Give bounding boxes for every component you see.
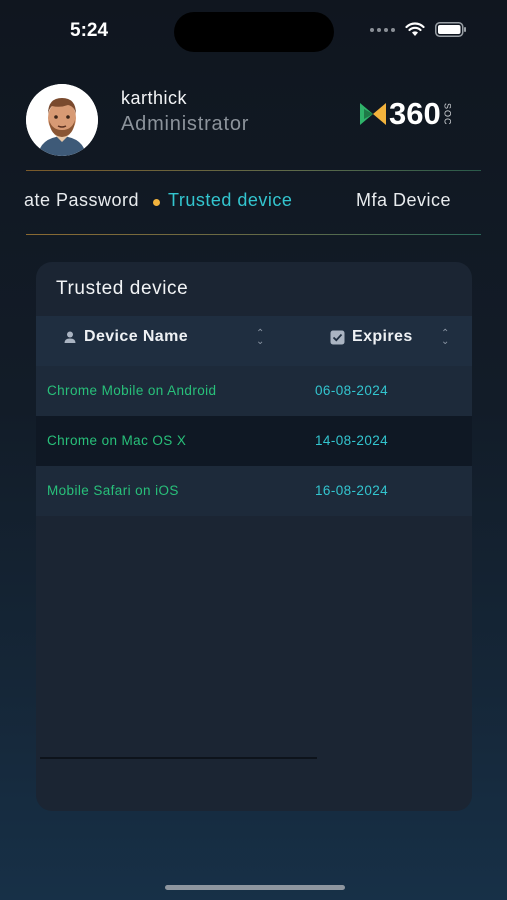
sort-device-name-icon[interactable]: ⌃ ⌄ [256,329,264,347]
header-divider-bottom [26,234,481,235]
tab-mfa-device[interactable]: Mfa Device [356,190,451,211]
cell-expires: 14-08-2024 [315,433,389,448]
checkbox-icon [330,330,345,344]
avatar-illustration-icon [26,84,98,156]
tab-update-password[interactable]: ate Password [24,190,139,211]
active-tab-dot-icon [153,199,160,206]
battery-icon [435,22,466,37]
horizontal-scrollbar[interactable] [40,757,317,759]
status-time: 5:24 [70,20,109,41]
sort-expires-icon[interactable]: ⌃ ⌄ [441,329,449,347]
trusted-device-card: Trusted device Device Name ⌃ ⌄ Expires ⌃ ⌄… [36,262,472,811]
wifi-icon [405,22,425,36]
header-divider-top [26,170,481,171]
table-header: Device Name ⌃ ⌄ Expires ⌃ ⌄ [36,316,472,366]
avatar[interactable] [26,84,98,156]
home-indicator[interactable] [165,885,345,890]
brand-logo: 360 SOC [360,96,453,132]
profile-name: karthick [121,88,188,108]
table-row[interactable]: Mobile Safari on iOS 16-08-2024 [36,466,472,516]
user-icon [64,331,76,343]
column-expires[interactable]: Expires [330,328,413,346]
cell-expires: 16-08-2024 [315,483,389,498]
cell-expires: 06-08-2024 [315,383,389,398]
tab-trusted-device[interactable]: Trusted device [153,190,293,211]
table-row[interactable]: Chrome on Mac OS X 14-08-2024 [36,416,472,466]
cell-device-name: Chrome on Mac OS X [47,433,187,448]
bowtie-logo-icon [360,103,386,125]
tab-bar: ate Password Trusted device Mfa Device [0,190,507,216]
status-icons [370,22,467,37]
column-device-name-label: Device Name [84,328,189,345]
profile-role: Administrator [121,113,250,135]
column-device-name[interactable]: Device Name [63,328,188,346]
logo-text: 360 [389,96,441,131]
card-title: Trusted device [56,278,189,299]
dynamic-island [174,12,334,52]
cell-device-name: Mobile Safari on iOS [47,483,179,498]
column-expires-label: Expires [352,328,413,345]
logo-subtext: SOC [442,102,453,126]
tab-trusted-device-label: Trusted device [168,190,293,210]
table-row[interactable]: Chrome Mobile on Android 06-08-2024 [36,366,472,416]
cellular-signal-icon [370,27,395,32]
cell-device-name: Chrome Mobile on Android [47,383,217,398]
